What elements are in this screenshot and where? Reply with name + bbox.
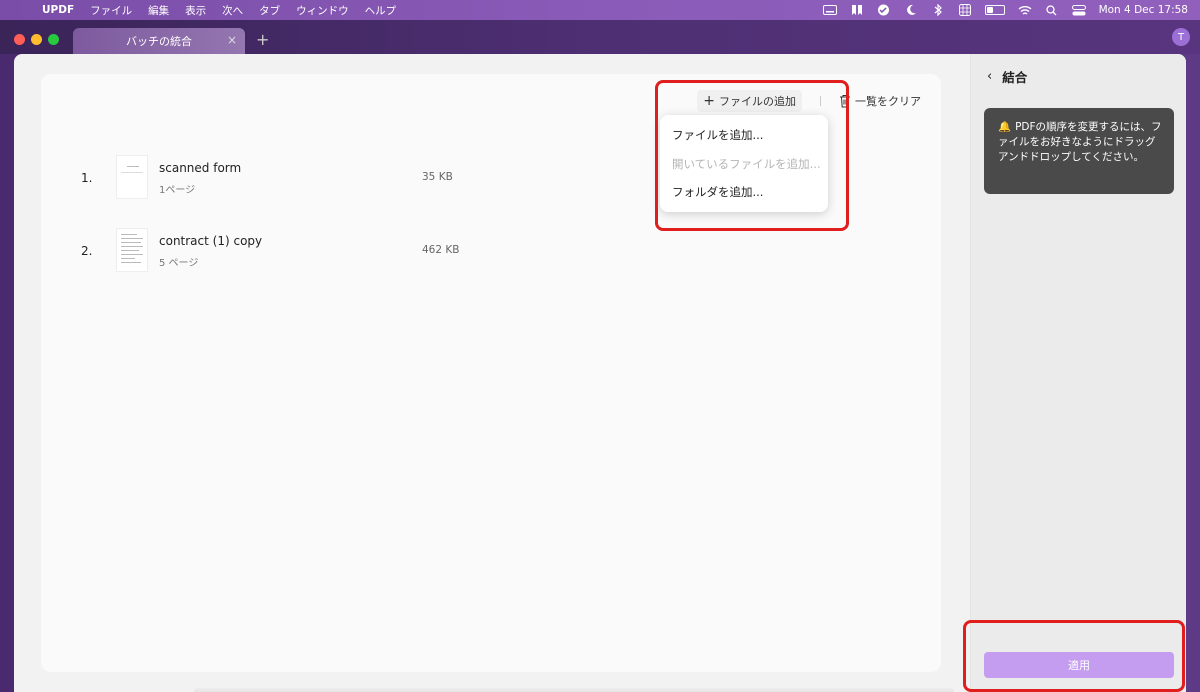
- panel-header: ‹ 結合: [987, 67, 1027, 86]
- add-file-dropdown: ファイルを追加... 開いているファイルを追加... フォルダを追加...: [660, 115, 828, 212]
- minimize-window-button[interactable]: [31, 34, 42, 45]
- tab-batch-merge[interactable]: バッチの統合 ×: [73, 28, 245, 54]
- file-index: 1.: [81, 171, 93, 185]
- window-controls: [14, 34, 59, 45]
- file-pages: 5 ページ: [159, 258, 199, 269]
- menu-tab[interactable]: タブ: [251, 3, 288, 18]
- add-file-button[interactable]: + ファイルの追加: [697, 90, 802, 112]
- file-list-area: + ファイルの追加 一覧をクリア 1. scanned form 1ページ 35…: [41, 74, 941, 672]
- menu-file[interactable]: ファイル: [82, 3, 140, 18]
- menu-item-add-open-files: 開いているファイルを追加...: [672, 156, 821, 171]
- control-center-icon[interactable]: [1071, 4, 1086, 16]
- dock-shadow: [194, 688, 954, 692]
- file-name: contract (1) copy: [159, 234, 263, 248]
- tab-title: バッチの統合: [126, 35, 192, 48]
- menu-item-add-file[interactable]: ファイルを追加...: [660, 121, 828, 150]
- search-icon[interactable]: [1045, 4, 1059, 16]
- file-thumbnail: [116, 155, 148, 199]
- menu-item-add-folder[interactable]: フォルダを追加...: [660, 178, 828, 207]
- plus-icon: +: [703, 93, 715, 109]
- clock[interactable]: Mon 4 Dec 17:58: [1099, 4, 1188, 16]
- toolbar-divider: [820, 96, 821, 106]
- moon-icon[interactable]: [904, 4, 918, 16]
- file-thumbnail: [116, 228, 148, 272]
- grid-icon[interactable]: [958, 4, 972, 16]
- menu-next[interactable]: 次へ: [214, 3, 251, 18]
- menu-help[interactable]: ヘルプ: [357, 3, 405, 18]
- new-tab-icon[interactable]: +: [256, 30, 269, 49]
- merge-side-panel: ‹ 結合 🔔 PDFの順序を変更するには、ファイルをお好きなようにドラッグアンドド…: [963, 54, 1186, 692]
- wifi-icon[interactable]: [1018, 4, 1032, 16]
- menu-window[interactable]: ウィンドウ: [288, 3, 357, 18]
- bluetooth-icon[interactable]: [931, 4, 945, 16]
- zoom-window-button[interactable]: [48, 34, 59, 45]
- avatar[interactable]: T: [1172, 28, 1190, 46]
- trash-icon: [840, 95, 850, 108]
- file-toolbar: + ファイルの追加 一覧をクリア: [697, 90, 921, 112]
- reorder-tip: 🔔 PDFの順序を変更するには、ファイルをお好きなようにドラッグアンドドロップして…: [984, 108, 1174, 194]
- file-size: 462 KB: [422, 244, 460, 256]
- tip-text: PDFの順序を変更するには、ファイルをお好きなようにドラッグアンドドロップしてく…: [998, 121, 1162, 164]
- chevron-left-icon[interactable]: ‹: [987, 69, 992, 84]
- stats-icon[interactable]: [877, 4, 891, 16]
- panel-title: 結合: [1002, 70, 1028, 85]
- title-bar: バッチの統合 × + T: [0, 20, 1200, 54]
- menu-view[interactable]: 表示: [177, 3, 214, 18]
- clear-list-label: 一覧をクリア: [855, 95, 921, 108]
- file-pages: 1ページ: [159, 185, 196, 196]
- close-window-button[interactable]: [14, 34, 25, 45]
- tab-close-icon[interactable]: ×: [227, 33, 237, 47]
- menu-bar: UPDF ファイル 編集 表示 次へ タブ ウィンドウ ヘルプ Mon 4 De…: [0, 0, 1200, 20]
- apply-button[interactable]: 適用: [984, 652, 1174, 678]
- file-name: scanned form: [159, 161, 242, 175]
- list-item[interactable]: 2. contract (1) copy 5 ページ 462 KB: [81, 228, 501, 274]
- main-window: + ファイルの追加 一覧をクリア 1. scanned form 1ページ 35…: [14, 54, 1186, 692]
- status-area: Mon 4 Dec 17:58: [822, 0, 1188, 20]
- clear-list-button[interactable]: 一覧をクリア: [839, 93, 921, 109]
- menu-edit[interactable]: 編集: [140, 3, 177, 18]
- keyboard-icon[interactable]: [822, 4, 837, 16]
- menu-app-name[interactable]: UPDF: [40, 4, 82, 16]
- file-index: 2.: [81, 244, 93, 258]
- bookmark-icon[interactable]: [850, 4, 864, 16]
- list-item[interactable]: 1. scanned form 1ページ 35 KB: [81, 155, 501, 201]
- bell-icon: 🔔: [998, 121, 1012, 133]
- add-file-label: ファイルの追加: [719, 95, 796, 108]
- battery-icon[interactable]: [984, 5, 1005, 15]
- file-size: 35 KB: [422, 171, 453, 183]
